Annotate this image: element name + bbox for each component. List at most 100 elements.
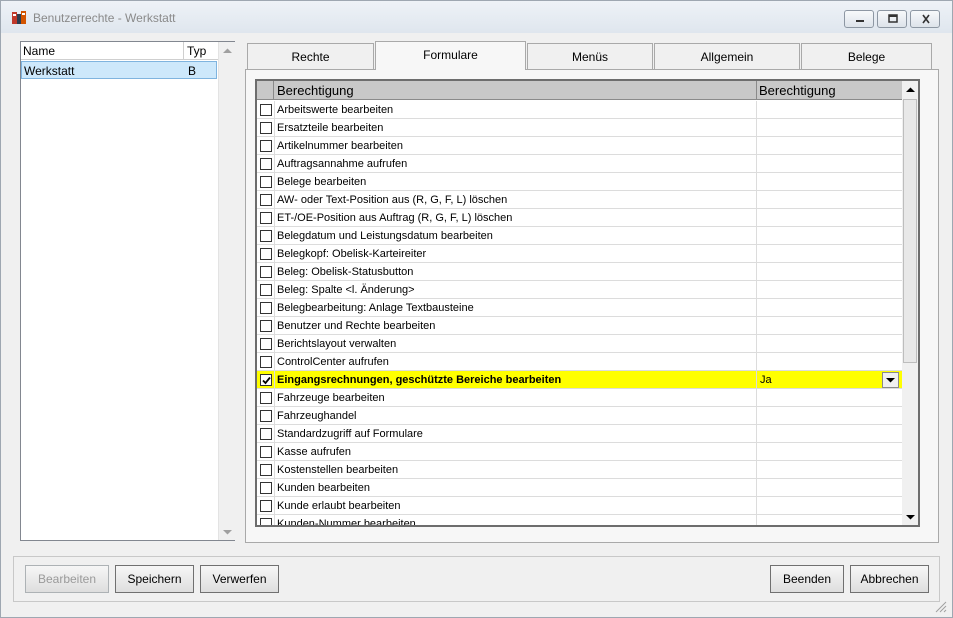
grid-row[interactable]: Auftragsannahme aufrufen (257, 155, 902, 173)
cell-divider (756, 371, 757, 389)
permission-checkbox[interactable] (260, 518, 272, 525)
column-header-name[interactable]: Name (23, 44, 55, 58)
permission-checkbox[interactable] (260, 104, 272, 116)
cell-divider (274, 281, 275, 299)
permission-checkbox[interactable] (260, 338, 272, 350)
grid-row[interactable]: Beleg: Obelisk-Statusbutton (257, 263, 902, 281)
user-list-scrollbar[interactable] (218, 42, 235, 540)
column-header-permission-value[interactable]: Berechtigung (759, 83, 836, 98)
permission-checkbox[interactable] (260, 122, 272, 134)
minimize-button[interactable] (844, 10, 874, 28)
tab-rechte[interactable]: Rechte (247, 43, 374, 69)
column-divider[interactable] (183, 42, 184, 60)
tab-formulare[interactable]: Formulare (375, 41, 526, 70)
grid-row[interactable]: Eingangsrechnungen, geschützte Bereiche … (257, 371, 902, 389)
resize-grip-icon[interactable] (933, 599, 947, 613)
permission-checkbox[interactable] (260, 428, 272, 440)
grid-row[interactable]: Kunden bearbeiten (257, 479, 902, 497)
scroll-down-button[interactable] (219, 523, 235, 540)
permission-checkbox[interactable] (260, 500, 272, 512)
exit-button[interactable]: Beenden (770, 565, 844, 593)
column-divider[interactable] (756, 81, 757, 100)
scroll-thumb[interactable] (903, 99, 917, 363)
edit-button[interactable]: Bearbeiten (25, 565, 109, 593)
column-header-typ[interactable]: Typ (187, 44, 206, 58)
grid-row[interactable]: Fahrzeughandel (257, 407, 902, 425)
permission-checkbox[interactable] (260, 194, 272, 206)
permission-checkbox[interactable] (260, 248, 272, 260)
permission-value[interactable]: Ja (760, 374, 772, 386)
grid-header: Berechtigung Berechtigung (257, 81, 902, 100)
permission-checkbox[interactable] (260, 446, 272, 458)
cell-divider (756, 317, 757, 335)
grid-row[interactable]: Artikelnummer bearbeiten (257, 137, 902, 155)
grid-row[interactable]: Berichtslayout verwalten (257, 335, 902, 353)
permission-checkbox[interactable] (260, 140, 272, 152)
chevron-down-icon (886, 378, 895, 383)
permissions-grid[interactable]: Berechtigung Berechtigung Arbeitswerte b… (255, 79, 920, 527)
cell-divider (756, 497, 757, 515)
permission-checkbox[interactable] (260, 320, 272, 332)
cancel-button[interactable]: Abbrechen (850, 565, 929, 593)
discard-button[interactable]: Verwerfen (200, 565, 279, 593)
tab-allgemein[interactable]: Allgemein (654, 43, 800, 69)
grid-row[interactable]: Benutzer und Rechte bearbeiten (257, 317, 902, 335)
arrow-up-icon (905, 87, 915, 92)
cell-divider (274, 425, 275, 443)
permission-label: Berichtslayout verwalten (277, 338, 397, 350)
permission-checkbox[interactable] (260, 230, 272, 242)
permission-checkbox[interactable] (260, 284, 272, 296)
grid-row[interactable]: Belege bearbeiten (257, 173, 902, 191)
close-button[interactable] (910, 10, 940, 28)
scroll-up-button[interactable] (219, 42, 235, 59)
permission-checkbox[interactable] (260, 302, 272, 314)
permission-checkbox[interactable] (260, 410, 272, 422)
grid-row[interactable]: Kunden-Nummer bearbeiten (257, 515, 902, 525)
title-bar[interactable]: Benutzerrechte - Werkstatt (1, 1, 952, 33)
permission-label: Kunde erlaubt bearbeiten (277, 500, 401, 512)
permission-checkbox[interactable] (260, 464, 272, 476)
grid-row[interactable]: Belegdatum und Leistungsdatum bearbeiten (257, 227, 902, 245)
grid-row[interactable]: Standardzugriff auf Formulare (257, 425, 902, 443)
user-row[interactable]: Werkstatt B (21, 61, 217, 79)
cell-divider (756, 443, 757, 461)
cell-divider (756, 119, 757, 137)
app-icon (12, 11, 26, 24)
permission-checkbox[interactable] (260, 212, 272, 224)
scroll-up-button[interactable] (902, 81, 918, 98)
permission-checkbox[interactable] (260, 356, 272, 368)
arrow-up-icon (222, 48, 232, 53)
restore-button[interactable] (877, 10, 907, 28)
cell-divider (756, 479, 757, 497)
cell-divider (274, 209, 275, 227)
grid-row[interactable]: ET-/OE-Position aus Auftrag (R, G, F, L)… (257, 209, 902, 227)
permission-checkbox[interactable] (260, 482, 272, 494)
grid-row[interactable]: Belegkopf: Obelisk-Karteireiter (257, 245, 902, 263)
grid-row[interactable]: AW- oder Text-Position aus (R, G, F, L) … (257, 191, 902, 209)
grid-row[interactable]: Beleg: Spalte <l. Änderung> (257, 281, 902, 299)
scroll-down-button[interactable] (902, 508, 918, 525)
permission-label: AW- oder Text-Position aus (R, G, F, L) … (277, 194, 508, 206)
save-button[interactable]: Speichern (115, 565, 194, 593)
select-all-header[interactable] (257, 81, 274, 100)
permission-checkbox[interactable] (260, 176, 272, 188)
grid-row[interactable]: Kasse aufrufen (257, 443, 902, 461)
user-list[interactable]: Name Typ Werkstatt B (20, 41, 235, 541)
value-dropdown-button[interactable] (882, 372, 899, 388)
permission-checkbox[interactable] (260, 392, 272, 404)
tab-belege[interactable]: Belege (801, 43, 932, 69)
grid-row[interactable]: ControlCenter aufrufen (257, 353, 902, 371)
permission-label: Kunden bearbeiten (277, 482, 370, 494)
permission-checkbox[interactable] (260, 266, 272, 278)
permission-checkbox[interactable] (260, 374, 272, 386)
grid-scrollbar[interactable] (902, 81, 918, 525)
grid-row[interactable]: Kunde erlaubt bearbeiten (257, 497, 902, 515)
grid-row[interactable]: Arbeitswerte bearbeiten (257, 101, 902, 119)
permission-checkbox[interactable] (260, 158, 272, 170)
grid-row[interactable]: Kostenstellen bearbeiten (257, 461, 902, 479)
grid-row[interactable]: Fahrzeuge bearbeiten (257, 389, 902, 407)
grid-row[interactable]: Belegbearbeitung: Anlage Textbausteine (257, 299, 902, 317)
column-header-permission[interactable]: Berechtigung (277, 83, 354, 98)
tab-menues[interactable]: Menüs (527, 43, 653, 69)
grid-row[interactable]: Ersatzteile bearbeiten (257, 119, 902, 137)
